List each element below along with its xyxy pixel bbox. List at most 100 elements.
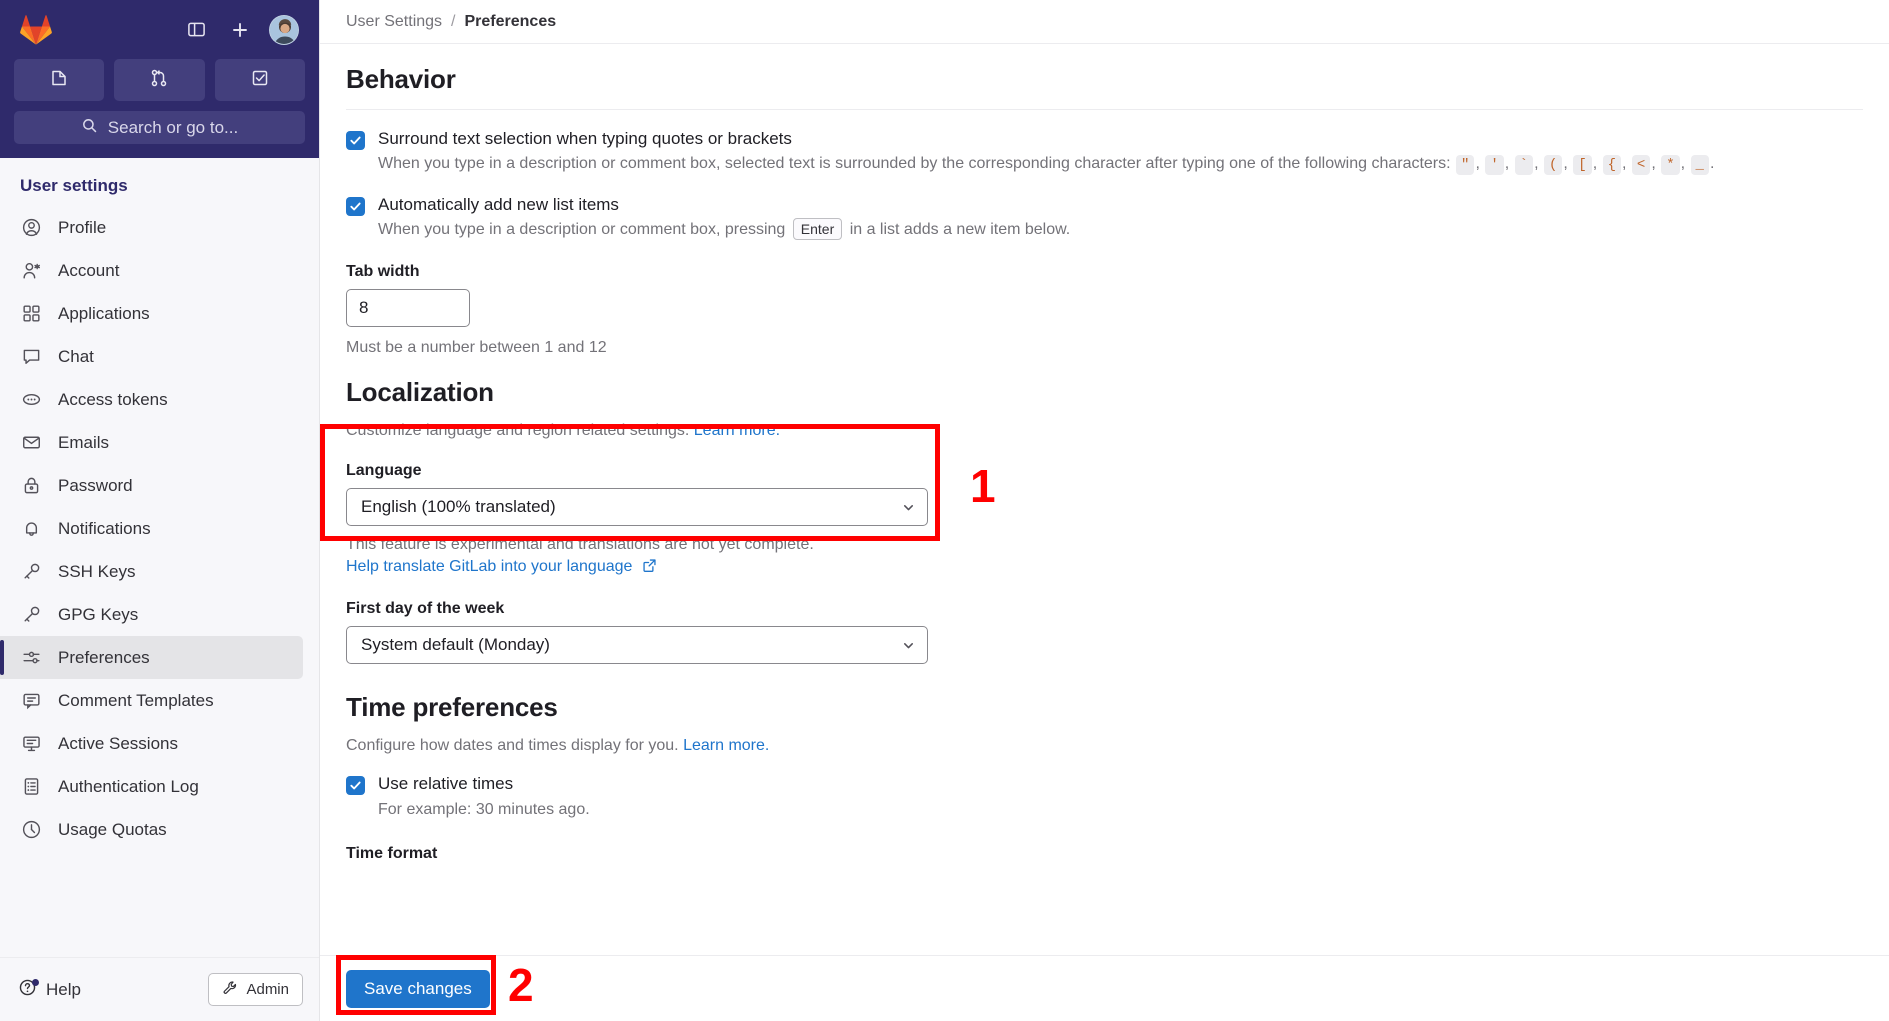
external-link-icon <box>642 558 657 578</box>
behavior-heading: Behavior <box>346 44 1863 95</box>
annotation-number-2: 2 <box>508 962 534 1008</box>
sidebar-item-gpg-keys[interactable]: GPG Keys <box>0 593 303 636</box>
surround-text-help-prefix: When you type in a description or commen… <box>378 155 1451 172</box>
sidebar-item-comment-templates[interactable]: Comment Templates <box>0 679 303 722</box>
sidebar-item-usage-quotas[interactable]: Usage Quotas <box>0 808 303 851</box>
enter-key-chip: Enter <box>793 218 842 240</box>
time-preferences-learn-more-link[interactable]: Learn more. <box>683 737 769 754</box>
sidebar-item-applications[interactable]: Applications <box>0 292 303 335</box>
surround-text-checkbox[interactable] <box>346 131 365 150</box>
tab-width-help: Must be a number between 1 and 12 <box>346 339 1863 357</box>
surround-text-row: Surround text selection when typing quot… <box>346 128 1863 176</box>
localization-heading: Localization <box>346 357 1863 408</box>
email-icon <box>20 432 42 454</box>
language-select[interactable]: English (100% translated) <box>346 488 928 526</box>
applications-icon <box>20 303 42 325</box>
translate-link[interactable]: Help translate GitLab into your language <box>346 558 632 575</box>
tab-width-label: Tab width <box>346 263 1863 281</box>
surround-char-chip: ( <box>1544 155 1562 175</box>
autolist-help-suffix: in a list adds a new item below. <box>850 221 1071 238</box>
todos-tile[interactable] <box>215 59 305 101</box>
user-avatar[interactable] <box>269 15 299 45</box>
admin-button[interactable]: Admin <box>208 973 303 1006</box>
sidebar-section-title: User settings <box>0 158 319 206</box>
todo-checkbox-icon <box>250 68 270 93</box>
gitlab-logo-icon[interactable] <box>20 14 52 46</box>
surround-char-chip: { <box>1603 155 1621 175</box>
surround-char-chip: ` <box>1515 155 1533 175</box>
help-label: Help <box>46 980 81 1000</box>
first-day-field: First day of the week System default (Mo… <box>346 600 1863 664</box>
relative-times-row: Use relative times For example: 30 minut… <box>346 773 1863 821</box>
bell-icon <box>20 518 42 540</box>
surround-char-chip: " <box>1456 155 1474 175</box>
language-field: Language English (100% translated) This … <box>346 462 1863 578</box>
sidebar-item-emails[interactable]: Emails <box>0 421 303 464</box>
sidebar-quick-tiles <box>14 59 305 101</box>
profile-icon <box>20 217 42 239</box>
merge-requests-tile[interactable] <box>114 59 204 101</box>
monitor-icon <box>20 733 42 755</box>
first-day-label: First day of the week <box>346 600 1863 618</box>
sidebar-item-label: Emails <box>58 433 109 453</box>
preferences-sliders-icon <box>20 647 42 669</box>
time-preferences-description-text: Configure how dates and times display fo… <box>346 737 679 754</box>
sidebar-item-label: Chat <box>58 347 94 367</box>
comment-icon <box>20 690 42 712</box>
relative-times-body: Use relative times For example: 30 minut… <box>378 773 590 821</box>
localization-description-text: Customize language and region related se… <box>346 422 689 439</box>
sidebar-item-label: Applications <box>58 304 150 324</box>
localization-description: Customize language and region related se… <box>346 422 1863 440</box>
sidebar-top-panel: Search or go to... <box>0 0 319 158</box>
sidebar: Search or go to... User settings Profile… <box>0 0 320 1021</box>
settings-content: Behavior Surround text selection when ty… <box>320 44 1889 863</box>
admin-label: Admin <box>246 981 289 998</box>
sidebar-item-access-tokens[interactable]: Access tokens <box>0 378 303 421</box>
breadcrumb-separator: / <box>451 13 455 31</box>
search-input[interactable]: Search or go to... <box>14 111 305 144</box>
surround-text-body: Surround text selection when typing quot… <box>378 128 1714 176</box>
breadcrumb-parent[interactable]: User Settings <box>346 13 442 31</box>
app-root: Search or go to... User settings Profile… <box>0 0 1889 1021</box>
autolist-checkbox[interactable] <box>346 197 365 216</box>
key-icon <box>20 604 42 626</box>
help-button[interactable]: Help <box>18 978 81 1002</box>
sidebar-item-ssh-keys[interactable]: SSH Keys <box>0 550 303 593</box>
sidebar-item-label: Preferences <box>58 648 150 668</box>
sidebar-item-label: Notifications <box>58 519 151 539</box>
translate-link-row: Help translate GitLab into your language <box>346 558 1863 578</box>
log-list-icon <box>20 776 42 798</box>
surround-text-label: Surround text selection when typing quot… <box>378 128 1714 149</box>
first-day-select[interactable]: System default (Monday) <box>346 626 928 664</box>
relative-times-checkbox[interactable] <box>346 776 365 795</box>
sidebar-item-chat[interactable]: Chat <box>0 335 303 378</box>
tab-width-input[interactable] <box>346 289 470 327</box>
quota-gauge-icon <box>20 819 42 841</box>
sidebar-item-label: Profile <box>58 218 106 238</box>
language-select-value: English (100% translated) <box>361 497 556 517</box>
sticky-footer: Save changes <box>320 955 1889 1021</box>
surround-char-chip: < <box>1632 155 1650 175</box>
lock-icon <box>20 475 42 497</box>
sidebar-item-active-sessions[interactable]: Active Sessions <box>0 722 303 765</box>
save-changes-button[interactable]: Save changes <box>346 970 490 1008</box>
first-day-select-wrap: System default (Monday) <box>346 626 928 664</box>
main-content: User Settings / Preferences Behavior Sur… <box>320 0 1889 1021</box>
time-preferences-description: Configure how dates and times display fo… <box>346 737 1863 755</box>
sidebar-item-password[interactable]: Password <box>0 464 303 507</box>
sidebar-item-preferences[interactable]: Preferences <box>0 636 303 679</box>
sidebar-toggle-icon[interactable] <box>181 15 211 45</box>
localization-learn-more-link[interactable]: Learn more. <box>694 422 780 439</box>
sidebar-item-profile[interactable]: Profile <box>0 206 303 249</box>
plus-icon[interactable] <box>225 15 255 45</box>
relative-times-help: For example: 30 minutes ago. <box>378 799 590 821</box>
sidebar-item-label: Usage Quotas <box>58 820 167 840</box>
surround-char-chip: _ <box>1691 155 1709 175</box>
sidebar-item-notifications[interactable]: Notifications <box>0 507 303 550</box>
issues-tile[interactable] <box>14 59 104 101</box>
tab-width-field: Tab width Must be a number between 1 and… <box>346 263 1863 357</box>
sidebar-item-account[interactable]: Account <box>0 249 303 292</box>
sidebar-item-authentication-log[interactable]: Authentication Log <box>0 765 303 808</box>
language-label: Language <box>346 462 1863 480</box>
language-help: This feature is experimental and transla… <box>346 536 1863 554</box>
